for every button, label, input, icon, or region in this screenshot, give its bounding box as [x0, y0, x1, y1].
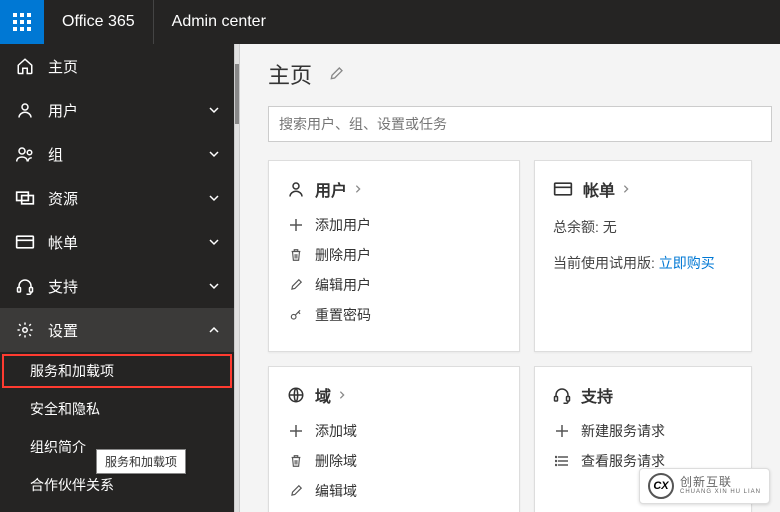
sidebar-item-label: 组 [48, 144, 208, 165]
card-item-delete-user[interactable]: 删除用户 [287, 245, 501, 265]
card-item-edit-domain[interactable]: 编辑域 [287, 481, 501, 501]
waffle-icon [13, 13, 31, 31]
sidebar-item-label: 用户 [48, 100, 208, 121]
card-item-label: 删除域 [315, 451, 357, 471]
group-icon [14, 143, 36, 165]
card-users: 用户 添加用户 删除用户 编辑用户 重置密码 [268, 160, 520, 352]
chevron-right-icon [337, 390, 347, 400]
card-item-edit-user[interactable]: 编辑用户 [287, 275, 501, 295]
card-billing: 帐单 总余额: 无 当前使用试用版: 立即购买 [534, 160, 752, 352]
list-icon [553, 454, 571, 468]
home-icon [14, 55, 36, 77]
search-input[interactable] [279, 116, 761, 132]
sidebar-item-label: 帐单 [48, 232, 208, 253]
card-title: 用户 [315, 177, 347, 201]
headset-icon [553, 386, 571, 404]
sidebar-subitem-security-privacy[interactable]: 安全和隐私 [0, 390, 234, 428]
card-item-add-domain[interactable]: 添加域 [287, 421, 501, 441]
card-item-label: 删除用户 [315, 245, 371, 265]
card-item-new-request[interactable]: 新建服务请求 [553, 421, 733, 441]
card-item-add-user[interactable]: 添加用户 [287, 215, 501, 235]
card-item-delete-domain[interactable]: 删除域 [287, 451, 501, 471]
gear-icon [14, 319, 36, 341]
scrollbar-thumb[interactable] [235, 64, 239, 124]
watermark-mark: CX [648, 473, 674, 499]
pencil-icon [287, 484, 305, 498]
trash-icon [287, 248, 305, 262]
card-item-label: 重置密码 [315, 305, 371, 325]
card-item-label: 编辑用户 [315, 275, 371, 295]
sidebar-subitem-label: 服务和加载项 [30, 361, 114, 381]
card-item-label: 添加用户 [315, 215, 371, 235]
pencil-icon [287, 278, 305, 292]
trial-label: 当前使用试用版: [553, 255, 655, 271]
card-item-label: 编辑域 [315, 481, 357, 501]
balance-value: 无 [603, 219, 617, 235]
person-icon [14, 99, 36, 121]
sidebar-subitem-label: 安全和隐私 [30, 399, 100, 419]
sidebar-subitem-services-addins[interactable]: 服务和加载项 [0, 352, 234, 390]
headset-icon [14, 275, 36, 297]
card-header[interactable]: 域 [287, 383, 501, 407]
edit-icon[interactable] [328, 66, 344, 82]
sidebar-item-label: 主页 [48, 56, 220, 77]
tooltip: 服务和加载项 [96, 449, 186, 474]
sidebar-item-label: 资源 [48, 188, 208, 209]
chevron-right-icon [353, 184, 363, 194]
plus-icon [287, 218, 305, 232]
search-box[interactable] [268, 106, 772, 142]
card-item-reset-password[interactable]: 重置密码 [287, 305, 501, 325]
app-launcher-button[interactable] [0, 0, 44, 44]
trial-text: 当前使用试用版: 立即购买 [553, 253, 733, 273]
card-header[interactable]: 帐单 [553, 177, 733, 201]
sidebar-subitem-label: 组织简介 [30, 437, 86, 457]
sidebar-item-label: 设置 [48, 320, 208, 341]
card-title: 帐单 [583, 177, 615, 201]
chevron-down-icon [208, 192, 220, 204]
card-title: 域 [315, 383, 331, 407]
top-header: Office 365 Admin center [0, 0, 780, 44]
sidebar-item-support[interactable]: 支持 [0, 264, 234, 308]
page-title: 主页 [268, 58, 312, 90]
plus-icon [553, 424, 571, 438]
buy-now-link[interactable]: 立即购买 [659, 255, 715, 271]
sidebar-item-billing[interactable]: 帐单 [0, 220, 234, 264]
app-name-label: Admin center [154, 13, 284, 31]
person-icon [287, 180, 305, 198]
plus-icon [287, 424, 305, 438]
chevron-down-icon [208, 236, 220, 248]
chevron-down-icon [208, 280, 220, 292]
sidebar-item-settings[interactable]: 设置 [0, 308, 234, 352]
brand-label: Office 365 [44, 0, 154, 44]
balance-text: 总余额: 无 [553, 217, 733, 237]
watermark-line2: CHUANG XIN HU LIAN [680, 489, 761, 496]
watermark-line1: 创新互联 [680, 476, 761, 489]
globe-icon [287, 386, 305, 404]
sidebar-item-groups[interactable]: 组 [0, 132, 234, 176]
sidebar-subitem-label: 合作伙伴关系 [30, 475, 114, 495]
card-header[interactable]: 支持 [553, 383, 733, 407]
card-header[interactable]: 用户 [287, 177, 501, 201]
sidebar-item-resources[interactable]: 资源 [0, 176, 234, 220]
chevron-down-icon [208, 148, 220, 160]
chevron-right-icon [621, 184, 631, 194]
sidebar: 主页 用户 组 资源 帐单 [0, 44, 234, 512]
watermark-badge: CX 创新互联 CHUANG XIN HU LIAN [639, 468, 770, 504]
card-item-label: 添加域 [315, 421, 357, 441]
billing-icon [553, 181, 573, 197]
main-content: 主页 用户 添加用户 [240, 44, 780, 512]
chevron-down-icon [208, 104, 220, 116]
resources-icon [14, 187, 36, 209]
balance-label: 总余额: [553, 219, 599, 235]
card-title: 支持 [581, 383, 613, 407]
card-domain: 域 添加域 删除域 编辑域 检查运行状况 [268, 366, 520, 512]
key-icon [287, 308, 305, 322]
sidebar-item-home[interactable]: 主页 [0, 44, 234, 88]
sidebar-item-users[interactable]: 用户 [0, 88, 234, 132]
trash-icon [287, 454, 305, 468]
sidebar-item-label: 支持 [48, 276, 208, 297]
card-item-label: 新建服务请求 [581, 421, 665, 441]
chevron-up-icon [208, 324, 220, 336]
billing-icon [14, 231, 36, 253]
